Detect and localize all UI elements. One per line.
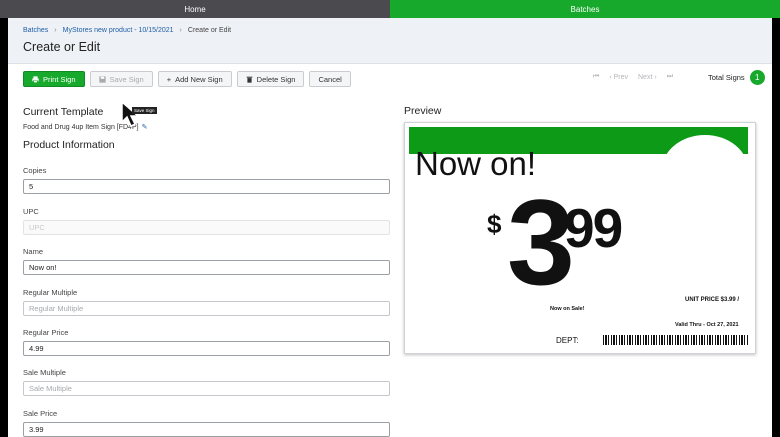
sale-multiple-input[interactable]: Sale Multiple bbox=[23, 381, 390, 396]
copies-label: Copies bbox=[23, 166, 47, 175]
save-sign-tooltip: Save Sign bbox=[132, 107, 157, 114]
name-input[interactable]: Now on! bbox=[23, 260, 390, 275]
prev-label: Prev bbox=[613, 73, 628, 81]
tab-batches[interactable]: Batches bbox=[390, 0, 780, 18]
app-window: Batches › MyStores new product - 10/15/2… bbox=[8, 18, 772, 437]
copies-input[interactable]: 5 bbox=[23, 179, 390, 194]
sign-preview: Now on! $ 3 99 UNIT PRICE $3.99 / Now on… bbox=[404, 122, 756, 354]
pager: ⏮ ‹ Prev Next › ⏭ bbox=[593, 73, 673, 81]
tab-home[interactable]: Home bbox=[0, 0, 390, 18]
add-new-sign-label: Add New Sign bbox=[175, 74, 223, 84]
preview-heading: Preview bbox=[404, 105, 442, 117]
cancel-button[interactable]: Cancel bbox=[309, 71, 351, 87]
sign-dept: DEPT: bbox=[556, 336, 579, 345]
sign-valid-thru: Valid Thru - Oct 27, 2021 bbox=[675, 322, 739, 328]
sign-unit-price: UNIT PRICE $3.99 / bbox=[685, 297, 740, 303]
upc-label: UPC bbox=[23, 207, 39, 216]
print-sign-label: Print Sign bbox=[43, 74, 76, 84]
floppy-disk-icon bbox=[98, 75, 106, 83]
regular-price-label: Regular Price bbox=[23, 328, 69, 337]
toolbar: Print Sign Save Sign + Add New Sign Dele… bbox=[23, 71, 351, 87]
breadcrumb-current: Create or Edit bbox=[187, 27, 232, 34]
save-sign-button[interactable]: Save Sign bbox=[89, 71, 153, 87]
product-information-heading: Product Information bbox=[23, 139, 115, 151]
current-template-heading: Current Template bbox=[23, 106, 104, 118]
upc-input[interactable]: UPC bbox=[23, 220, 390, 235]
regular-price-input[interactable]: 4.99 bbox=[23, 341, 390, 356]
page-title: Create or Edit bbox=[23, 40, 101, 54]
sign-price-main: 3 bbox=[507, 174, 575, 310]
top-nav: Home Batches bbox=[0, 0, 780, 18]
total-signs-label: Total Signs bbox=[708, 73, 745, 82]
breadcrumb: Batches › MyStores new product - 10/15/2… bbox=[23, 27, 231, 34]
sign-barcode bbox=[603, 335, 748, 345]
sign-header-arc bbox=[662, 135, 748, 154]
breadcrumb-separator: › bbox=[54, 27, 57, 34]
sale-price-input[interactable]: 3.99 bbox=[23, 422, 390, 437]
prev-button[interactable]: ‹ Prev bbox=[609, 74, 628, 81]
sign-price-dollar: $ bbox=[487, 209, 502, 239]
next-button[interactable]: Next › bbox=[638, 74, 657, 81]
printer-icon bbox=[32, 75, 39, 83]
sign-sale-text: Now on Sale! bbox=[550, 306, 585, 312]
mouse-cursor-icon bbox=[121, 100, 140, 128]
last-page-icon[interactable]: ⏭ bbox=[667, 73, 673, 81]
sale-multiple-label: Sale Multiple bbox=[23, 368, 66, 377]
total-signs-badge: 1 bbox=[749, 70, 765, 85]
sale-price-label: Sale Price bbox=[23, 409, 58, 418]
trash-icon bbox=[246, 76, 252, 83]
delete-sign-button[interactable]: Delete Sign bbox=[236, 71, 305, 87]
name-label: Name bbox=[23, 247, 44, 256]
plus-icon: + bbox=[166, 74, 172, 84]
print-sign-button[interactable]: Print Sign bbox=[23, 71, 85, 87]
breadcrumb-batch[interactable]: MyStores new product - 10/15/2021 bbox=[63, 27, 174, 34]
sign-price-cents: 99 bbox=[564, 197, 623, 259]
add-new-sign-button[interactable]: + Add New Sign bbox=[157, 71, 232, 87]
save-sign-label: Save Sign bbox=[109, 74, 144, 84]
delete-sign-label: Delete Sign bbox=[256, 74, 296, 84]
breadcrumb-separator: › bbox=[179, 27, 182, 34]
breadcrumb-batches[interactable]: Batches bbox=[23, 27, 48, 34]
first-page-icon[interactable]: ⏮ bbox=[593, 73, 599, 81]
total-signs: Total Signs 1 bbox=[708, 70, 765, 85]
next-label: Next bbox=[638, 73, 653, 81]
pencil-icon[interactable]: ✎ bbox=[142, 123, 148, 131]
regular-multiple-label: Regular Multiple bbox=[23, 288, 78, 297]
regular-multiple-input[interactable]: Regular Multiple bbox=[23, 301, 390, 316]
page-header: Batches › MyStores new product - 10/15/2… bbox=[8, 18, 772, 64]
